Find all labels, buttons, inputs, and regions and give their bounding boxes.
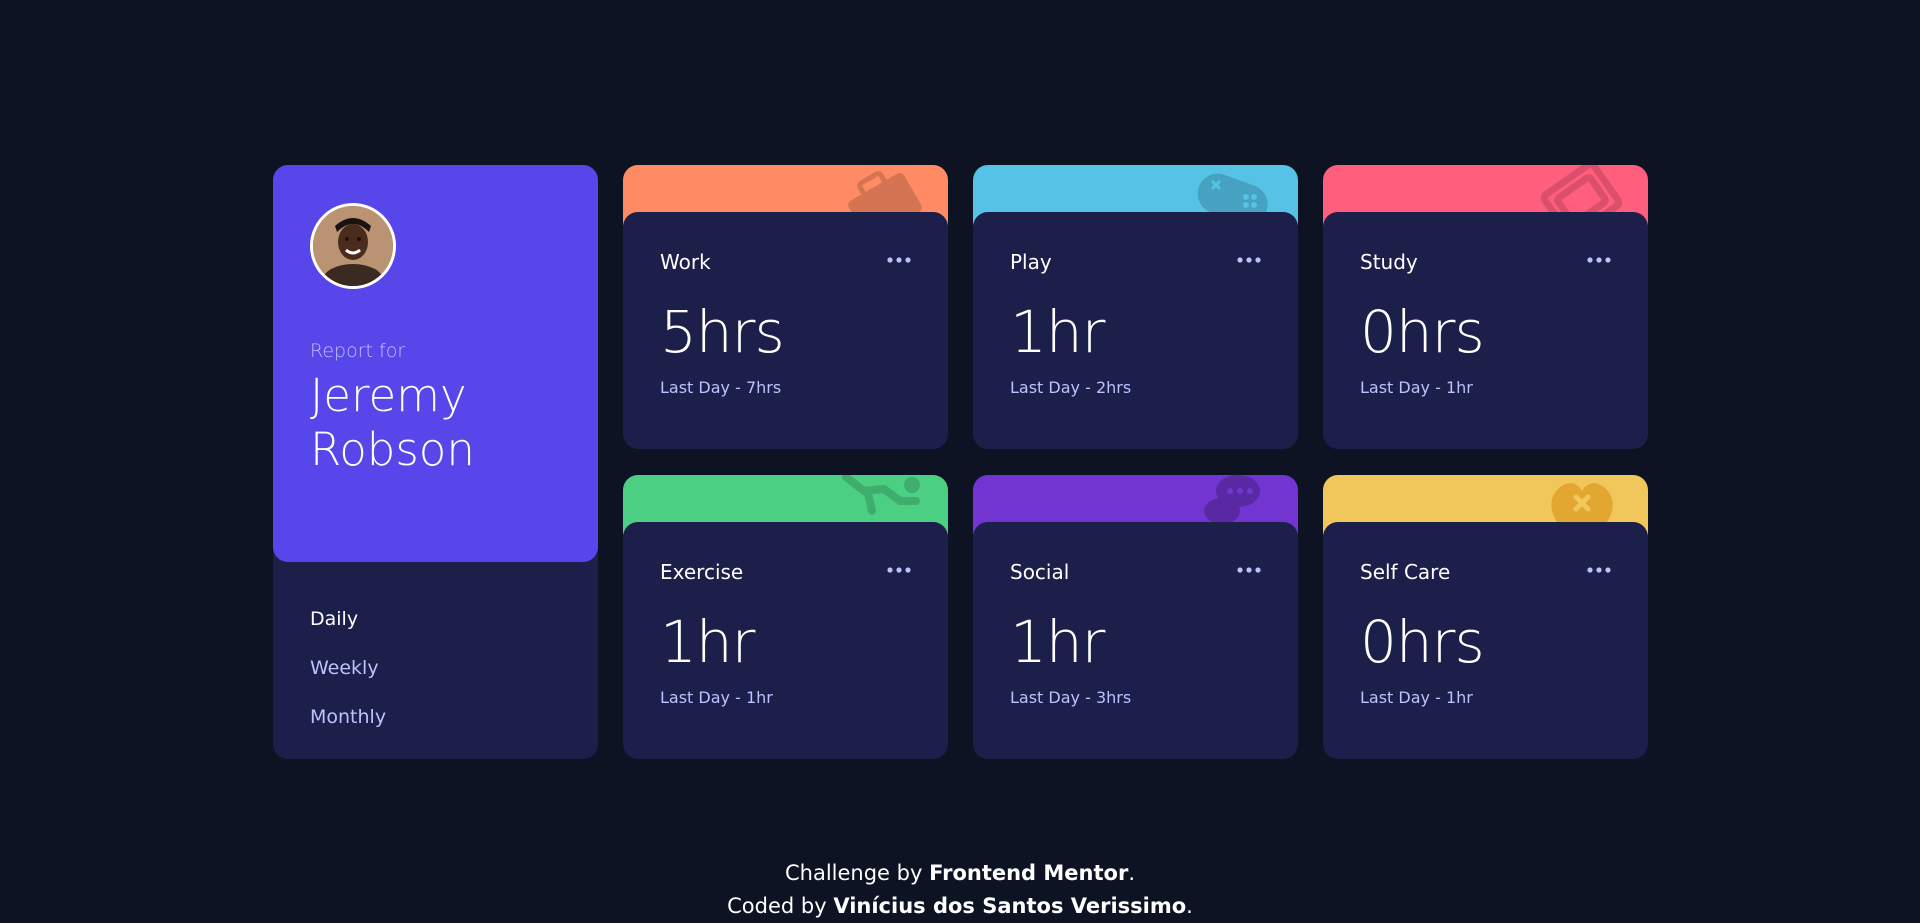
current-hours: 1hr xyxy=(1010,298,1106,366)
card-body: Work 5hrs Last Day - 7hrs xyxy=(623,212,948,449)
period-selector: Daily Weekly Monthly xyxy=(310,595,386,742)
more-options-icon[interactable] xyxy=(1236,256,1262,264)
user-name: Jeremy Robson xyxy=(310,369,475,476)
card-title: Exercise xyxy=(660,560,744,584)
current-hours: 0hrs xyxy=(1360,298,1485,366)
attribution-line-2: Coded by Vinícius dos Santos Verissimo. xyxy=(0,890,1920,923)
current-hours: 1hr xyxy=(660,608,756,676)
author-link[interactable]: Vinícius dos Santos Verissimo xyxy=(833,894,1186,918)
attribution-punct: . xyxy=(1186,894,1193,918)
period-daily[interactable]: Daily xyxy=(310,595,386,644)
card-body: Exercise 1hr Last Day - 1hr xyxy=(623,522,948,759)
card-body: Play 1hr Last Day - 2hrs xyxy=(973,212,1298,449)
activity-card-play: Play 1hr Last Day - 2hrs xyxy=(973,165,1298,449)
more-options-icon[interactable] xyxy=(886,566,912,574)
more-options-icon[interactable] xyxy=(1236,566,1262,574)
activity-card-social: Social 1hr Last Day - 3hrs xyxy=(973,475,1298,759)
activity-card-self-care: Self Care 0hrs Last Day - 1hr xyxy=(1323,475,1648,759)
more-options-icon[interactable] xyxy=(1586,566,1612,574)
previous-hours: Last Day - 1hr xyxy=(660,688,773,707)
frontend-mentor-link[interactable]: Frontend Mentor xyxy=(929,861,1128,885)
card-body: Self Care 0hrs Last Day - 1hr xyxy=(1323,522,1648,759)
attribution-text: Challenge by xyxy=(784,861,930,885)
period-weekly[interactable]: Weekly xyxy=(310,644,386,693)
card-title: Work xyxy=(660,250,711,274)
card-title: Play xyxy=(1010,250,1052,274)
current-hours: 1hr xyxy=(1010,608,1106,676)
period-monthly[interactable]: Monthly xyxy=(310,693,386,742)
previous-hours: Last Day - 7hrs xyxy=(660,378,782,397)
activity-card-study: Study 0hrs Last Day - 1hr xyxy=(1323,165,1648,449)
card-body: Study 0hrs Last Day - 1hr xyxy=(1323,212,1648,449)
activity-card-exercise: Exercise 1hr Last Day - 1hr xyxy=(623,475,948,759)
card-title: Social xyxy=(1010,560,1070,584)
attribution-footer: Challenge by Frontend Mentor. Coded by V… xyxy=(0,857,1920,923)
previous-hours: Last Day - 1hr xyxy=(1360,378,1473,397)
card-title: Study xyxy=(1360,250,1418,274)
profile-card: Report for Jeremy Robson Daily Weekly Mo… xyxy=(273,165,598,759)
avatar xyxy=(310,203,396,289)
attribution-punct: . xyxy=(1128,861,1136,885)
previous-hours: Last Day - 3hrs xyxy=(1010,688,1132,707)
previous-hours: Last Day - 1hr xyxy=(1360,688,1473,707)
report-for-label: Report for xyxy=(310,340,406,362)
time-tracking-dashboard: Report for Jeremy Robson Daily Weekly Mo… xyxy=(273,165,1648,759)
more-options-icon[interactable] xyxy=(886,256,912,264)
card-title: Self Care xyxy=(1360,560,1451,584)
activity-card-work: Work 5hrs Last Day - 7hrs xyxy=(623,165,948,449)
card-body: Social 1hr Last Day - 3hrs xyxy=(973,522,1298,759)
attribution-line-1: Challenge by Frontend Mentor. xyxy=(0,857,1920,890)
attribution-text: Coded by xyxy=(727,894,834,918)
current-hours: 0hrs xyxy=(1360,608,1485,676)
avatar-photo xyxy=(313,206,393,286)
current-hours: 5hrs xyxy=(660,298,785,366)
profile-header: Report for Jeremy Robson xyxy=(273,165,598,562)
more-options-icon[interactable] xyxy=(1586,256,1612,264)
previous-hours: Last Day - 2hrs xyxy=(1010,378,1132,397)
